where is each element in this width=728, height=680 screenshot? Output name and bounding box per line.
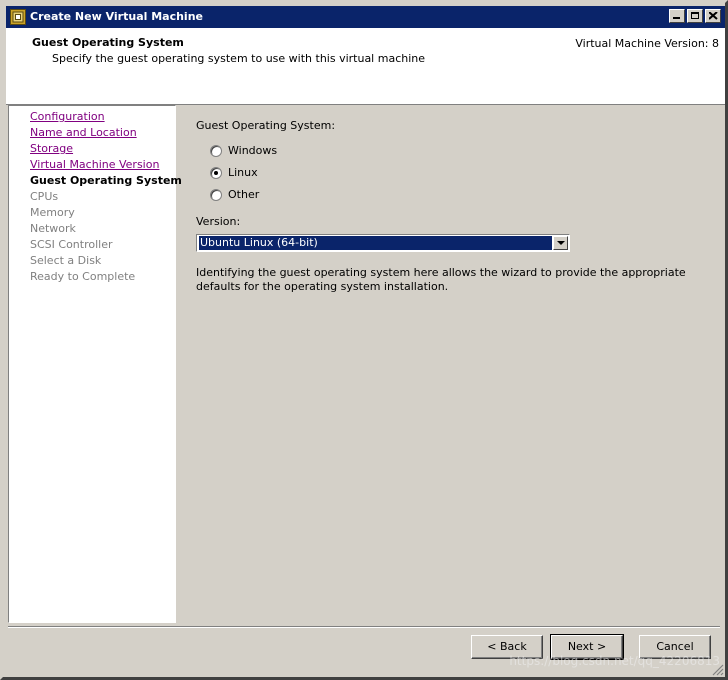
radio-button[interactable] bbox=[210, 166, 222, 179]
wizard-step-item: CPUs bbox=[30, 190, 59, 203]
close-button[interactable] bbox=[705, 9, 721, 23]
radio-label: Linux bbox=[228, 166, 258, 179]
title-bar[interactable]: Create New Virtual Machine bbox=[6, 6, 725, 28]
chevron-down-icon[interactable] bbox=[553, 236, 568, 250]
wizard-step-item: SCSI Controller bbox=[30, 238, 113, 251]
wizard-header: Guest Operating System Specify the guest… bbox=[6, 28, 725, 105]
close-icon bbox=[709, 12, 718, 20]
description-text: Identifying the guest operating system h… bbox=[196, 266, 686, 293]
page-title: Guest Operating System bbox=[32, 36, 184, 49]
radio-button[interactable] bbox=[210, 188, 222, 201]
wizard-step-item: Guest Operating System bbox=[30, 174, 182, 187]
guest-os-label: Guest Operating System: bbox=[196, 119, 336, 132]
minimize-button[interactable] bbox=[669, 9, 685, 23]
radio-label: Other bbox=[228, 188, 260, 201]
maximize-button[interactable] bbox=[687, 9, 703, 23]
footer-divider bbox=[8, 626, 720, 628]
vm-version-label: Virtual Machine Version: 8 bbox=[575, 37, 719, 50]
version-select[interactable]: Ubuntu Linux (64-bit) bbox=[196, 234, 570, 252]
wizard-steps-panel: Configuration Name and Location Storage Vir… bbox=[8, 105, 182, 623]
wizard-step-item[interactable]: Storage bbox=[30, 141, 182, 157]
wizard-step-item: Network bbox=[30, 222, 76, 235]
window-title: Create New Virtual Machine bbox=[30, 10, 203, 23]
wizard-step-item[interactable]: Configuration bbox=[30, 109, 182, 125]
version-selected-value: Ubuntu Linux (64-bit) bbox=[199, 236, 552, 250]
resize-grip-icon[interactable] bbox=[712, 664, 724, 676]
radio-linux[interactable]: Linux bbox=[210, 166, 258, 179]
vm-app-icon bbox=[10, 9, 26, 25]
wizard-step-item: Ready to Complete bbox=[30, 270, 136, 283]
page-subtitle: Specify the guest operating system to us… bbox=[52, 52, 426, 65]
wizard-steps-list: Configuration Name and Location Storage Vir… bbox=[30, 109, 182, 285]
version-label: Version: bbox=[196, 215, 241, 228]
radio-label: Windows bbox=[228, 144, 278, 157]
watermark: https://blog.csdn.net/qq_42206813 bbox=[509, 654, 720, 668]
radio-button[interactable] bbox=[210, 144, 222, 157]
wizard-step-item: Memory bbox=[30, 206, 75, 219]
radio-windows[interactable]: Windows bbox=[210, 144, 277, 157]
wizard-step-item: Select a Disk bbox=[30, 254, 102, 267]
wizard-step-item[interactable]: Virtual Machine Version bbox=[30, 157, 182, 173]
radio-other[interactable]: Other bbox=[210, 188, 259, 201]
wizard-step-item[interactable]: Name and Location bbox=[30, 125, 182, 141]
